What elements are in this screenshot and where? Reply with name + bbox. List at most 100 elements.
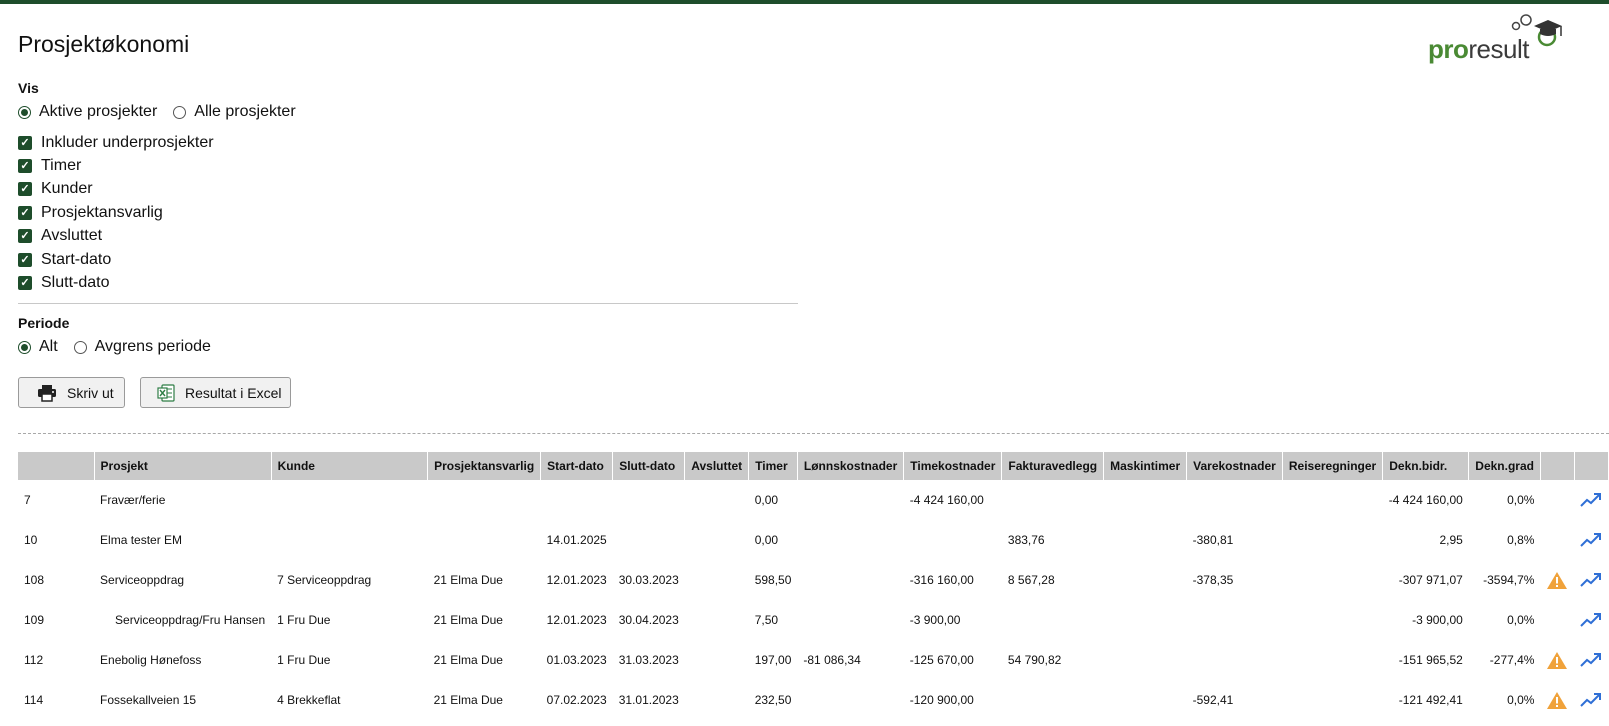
cell-kunde: 1 Fru Due (277, 613, 331, 627)
trend-chart-icon[interactable] (1580, 612, 1602, 627)
periode-radio-group: Alt Avgrens periode (18, 338, 227, 356)
cell-prosjektansvarlig: 21 Elma Due (433, 573, 503, 587)
cell-nr: 109 (24, 613, 45, 627)
trend-chart-icon[interactable] (1580, 492, 1602, 507)
col-header-slutt-dato[interactable]: Slutt-dato (612, 452, 686, 480)
col-header-varekostnader[interactable]: Varekostnader (1186, 452, 1283, 480)
print-button[interactable]: Skriv ut (18, 377, 125, 408)
checkbox-row-timer[interactable]: ✓ Timer (18, 157, 81, 175)
warning-icon-cell (1540, 640, 1574, 680)
cell-avsluttet (685, 640, 749, 680)
radio-aktive-prosjekter-label[interactable]: Aktive prosjekter (39, 103, 157, 121)
trend-chart-icon[interactable] (1580, 572, 1602, 587)
radio-avgrens-periode[interactable] (73, 340, 87, 354)
col-header-start-dato[interactable]: Start-dato (540, 452, 614, 480)
cell-dekn-bidr: 2,95 (1439, 533, 1463, 547)
radio-alle-prosjekter[interactable] (173, 105, 187, 119)
cell-avsluttet (685, 600, 749, 640)
checkbox-label[interactable]: Slutt-dato (41, 274, 109, 292)
cell-start-dato: 01.03.2023 (546, 653, 607, 667)
radio-alt-label[interactable]: Alt (39, 338, 58, 356)
trend-chart-icon[interactable] (1580, 692, 1602, 707)
checkbox-row-inkluder-underprosjekter[interactable]: ✓ Inkluder underprosjekter (18, 134, 214, 152)
radio-alt[interactable] (18, 340, 31, 354)
table-row[interactable]: 10 Elma tester EM 14.01.2025 0,00 383,76 -380… (18, 520, 1609, 560)
col-header-prosjektansvarlig[interactable]: Prosjektansvarlig (427, 452, 542, 480)
cell-fakturavedlegg: 8 567,28 (1007, 573, 1055, 587)
checkbox-row-start-dato[interactable]: ✓ Start-dato (18, 251, 111, 269)
col-header-kunde[interactable]: Kunde (271, 452, 429, 480)
trend-icon-cell (1574, 600, 1608, 640)
col-header-avsluttet[interactable]: Avsluttet (684, 452, 750, 480)
cell-prosjekt: Fravær/ferie (100, 493, 166, 507)
cell-reiseregninger (1282, 480, 1382, 520)
checkbox-label[interactable]: Timer (41, 157, 81, 175)
col-header-reiseregninger[interactable]: Reiseregninger (1282, 452, 1384, 480)
table-row[interactable]: 114 Fossekallveien 15 4 Brekkeflat 21 Elma … (18, 680, 1609, 720)
cell-varekostnader: -378,35 (1192, 573, 1234, 587)
cell-start-dato: 07.02.2023 (546, 693, 607, 707)
cell-timekostnader: -120 900,00 (909, 693, 974, 707)
cell-reiseregninger (1282, 640, 1382, 680)
cell-dekn-grad: -277,4% (1489, 653, 1535, 667)
radio-avgrens-periode-label[interactable]: Avgrens periode (95, 338, 211, 356)
trend-chart-icon[interactable] (1580, 652, 1602, 667)
cell-lonnskostnader (797, 480, 903, 520)
warning-icon[interactable] (1546, 651, 1568, 669)
cell-maskintimer (1104, 520, 1187, 560)
checkbox-label[interactable]: Inkluder underprosjekter (41, 134, 214, 152)
table-row[interactable]: 7 Fravær/ferie 0,00 -4 424 160,00 -4 424 160… (18, 480, 1609, 520)
cell-kunde: 4 Brekkeflat (277, 693, 341, 707)
col-header-fakturavedlegg[interactable]: Fakturavedlegg (1001, 452, 1105, 480)
checkbox-timer[interactable]: ✓ (18, 159, 32, 173)
cell-lonnskostnader (797, 600, 903, 640)
radio-alle-prosjekter-label[interactable]: Alle prosjekter (194, 103, 295, 121)
warning-icon[interactable] (1546, 691, 1568, 709)
cell-dekn-grad: 0,8% (1507, 533, 1535, 547)
checkbox-kunder[interactable]: ✓ (18, 182, 32, 196)
cell-kunde (271, 480, 427, 520)
cell-reiseregninger (1282, 520, 1382, 560)
checkbox-row-kunder[interactable]: ✓ Kunder (18, 180, 93, 198)
checkbox-prosjektansvarlig[interactable]: ✓ (18, 206, 32, 220)
cell-varekostnader (1187, 600, 1283, 640)
trend-chart-icon[interactable] (1580, 532, 1602, 547)
cell-maskintimer (1104, 560, 1187, 600)
excel-button[interactable]: Resultat i Excel (140, 377, 291, 408)
col-header-lonnskostnader[interactable]: Lønnskostnader (797, 452, 905, 480)
cell-varekostnader (1187, 480, 1283, 520)
col-header-dekn-bidr[interactable]: Dekn.bidr. (1382, 452, 1470, 480)
table-row[interactable]: 109 Serviceoppdrag/Fru Hansen 1 Fru Due 21 … (18, 600, 1609, 640)
col-header-maskintimer[interactable]: Maskintimer (1103, 452, 1188, 480)
warning-icon[interactable] (1546, 571, 1568, 589)
col-header-timekostnader[interactable]: Timekostnader (903, 452, 1003, 480)
checkbox-label[interactable]: Start-dato (41, 251, 111, 269)
col-header-prosjekt[interactable]: Prosjekt (94, 452, 272, 480)
checkbox-row-prosjektansvarlig[interactable]: ✓ Prosjektansvarlig (18, 204, 163, 222)
checkbox-label[interactable]: Prosjektansvarlig (41, 204, 163, 222)
empty-warning-cell (1540, 600, 1574, 640)
col-header-nr[interactable] (18, 452, 95, 480)
cell-dekn-grad: -3594,7% (1483, 573, 1535, 587)
checkbox-label[interactable]: Avsluttet (41, 227, 102, 245)
col-header-dekn-grad[interactable]: Dekn.grad (1468, 452, 1541, 480)
cell-lonnskostnader (797, 520, 903, 560)
cell-kunde (271, 520, 427, 560)
table-row[interactable]: 108 Serviceoppdrag 7 Serviceoppdrag 21 Elma… (18, 560, 1609, 600)
col-header-timer[interactable]: Timer (748, 452, 798, 480)
warning-icon-cell (1540, 560, 1574, 600)
radio-aktive-prosjekter[interactable] (18, 105, 31, 119)
checkbox-avsluttet[interactable]: ✓ (18, 229, 32, 243)
checkbox-row-avsluttet[interactable]: ✓ Avsluttet (18, 227, 102, 245)
cell-maskintimer (1104, 640, 1187, 680)
checkbox-slutt-dato[interactable]: ✓ (18, 276, 32, 290)
table-row[interactable]: 112 Enebolig Hønefoss 1 Fru Due 21 Elma Due… (18, 640, 1609, 680)
cell-slutt-dato (613, 520, 685, 560)
checkbox-start-dato[interactable]: ✓ (18, 253, 32, 267)
cell-fakturavedlegg: 54 790,82 (1007, 653, 1062, 667)
cell-nr: 108 (24, 573, 45, 587)
checkbox-inkluder-underprosjekter[interactable]: ✓ (18, 136, 32, 150)
checkbox-row-slutt-dato[interactable]: ✓ Slutt-dato (18, 274, 109, 292)
checkbox-label[interactable]: Kunder (41, 180, 93, 198)
cell-slutt-dato: 30.04.2023 (618, 613, 679, 627)
